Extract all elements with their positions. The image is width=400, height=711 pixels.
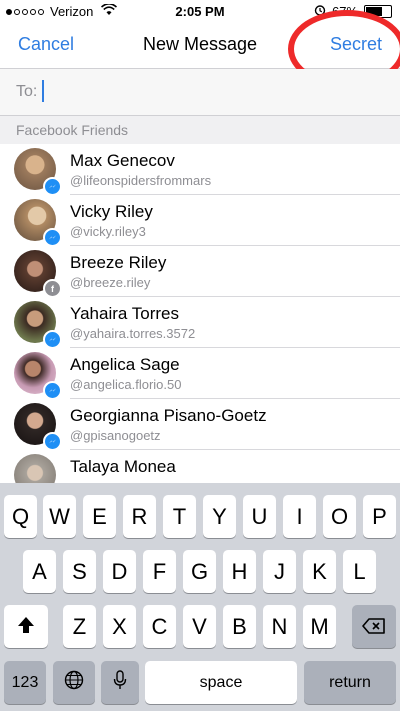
to-label: To: <box>16 83 38 100</box>
globe-icon <box>64 670 84 696</box>
contact-name: Talaya Monea <box>70 457 176 476</box>
contact-handle: @lifeonspidersfrommars <box>70 173 212 188</box>
contact-handle: @vicky.riley3 <box>70 224 146 239</box>
space-key[interactable]: space <box>145 661 297 704</box>
text-cursor <box>42 80 44 102</box>
key-r[interactable]: R <box>123 495 156 538</box>
contact-name: Angelica Sage <box>70 355 180 374</box>
key-j[interactable]: J <box>263 550 296 593</box>
key-p[interactable]: P <box>363 495 396 538</box>
nav-bar: Cancel New Message Secret <box>0 10 400 88</box>
key-z[interactable]: Z <box>63 605 96 648</box>
key-q[interactable]: Q <box>4 495 37 538</box>
section-header: Facebook Friends <box>0 116 400 144</box>
key-v[interactable]: V <box>183 605 216 648</box>
key-d[interactable]: D <box>103 550 136 593</box>
key-x[interactable]: X <box>103 605 136 648</box>
contact-handle: @angelica.florio.50 <box>70 377 182 392</box>
facebook-icon: f <box>43 279 62 298</box>
contact-handle: @yahaira.torres.3572 <box>70 326 196 341</box>
key-o[interactable]: O <box>323 495 356 538</box>
key-e[interactable]: E <box>83 495 116 538</box>
contact-row[interactable]: Angelica Sage @angelica.florio.50 <box>0 348 400 400</box>
key-u[interactable]: U <box>243 495 276 538</box>
messenger-icon <box>43 228 62 247</box>
key-b[interactable]: B <box>223 605 256 648</box>
key-n[interactable]: N <box>263 605 296 648</box>
messenger-icon <box>43 381 62 400</box>
dictation-key[interactable] <box>101 661 139 704</box>
contact-row[interactable]: f Breeze Riley @breeze.riley <box>0 246 400 298</box>
key-f[interactable]: F <box>143 550 176 593</box>
numbers-key[interactable]: 123 <box>4 661 46 704</box>
contact-row[interactable]: Vicky Riley @vicky.riley3 <box>0 195 400 247</box>
keyboard: Q W E R T Y U I O P A S D F G H J K L Z … <box>0 483 400 711</box>
key-k[interactable]: K <box>303 550 336 593</box>
key-y[interactable]: Y <box>203 495 236 538</box>
messenger-icon <box>43 432 62 451</box>
key-t[interactable]: T <box>163 495 196 538</box>
key-l[interactable]: L <box>343 550 376 593</box>
shift-icon <box>17 614 35 640</box>
contact-name: Yahaira Torres <box>70 304 179 323</box>
microphone-icon <box>113 669 127 696</box>
key-c[interactable]: C <box>143 605 176 648</box>
key-m[interactable]: M <box>303 605 336 648</box>
contact-name: Max Genecov <box>70 151 175 170</box>
contact-row[interactable]: Max Genecov @lifeonspidersfrommars <box>0 144 400 196</box>
backspace-key[interactable] <box>352 605 396 648</box>
to-field[interactable]: To: <box>0 69 400 116</box>
contact-name: Breeze Riley <box>70 253 167 272</box>
shift-key[interactable] <box>4 605 48 648</box>
contact-name: Vicky Riley <box>70 202 153 221</box>
key-g[interactable]: G <box>183 550 216 593</box>
contact-row[interactable]: Georgianna Pisano-Goetz @gpisanogoetz <box>0 399 400 451</box>
key-i[interactable]: I <box>283 495 316 538</box>
globe-key[interactable] <box>53 661 95 704</box>
contact-name: Georgianna Pisano-Goetz <box>70 406 267 425</box>
key-h[interactable]: H <box>223 550 256 593</box>
contact-list: Max Genecov @lifeonspidersfrommars Vicky… <box>0 144 400 501</box>
key-s[interactable]: S <box>63 550 96 593</box>
backspace-icon <box>362 614 386 640</box>
contact-row[interactable]: Yahaira Torres @yahaira.torres.3572 <box>0 297 400 349</box>
messenger-icon <box>43 177 62 196</box>
section-title: Facebook Friends <box>16 122 129 138</box>
key-w[interactable]: W <box>43 495 76 538</box>
contact-handle: @gpisanogoetz <box>70 428 161 443</box>
return-key[interactable]: return <box>304 661 396 704</box>
messenger-icon <box>43 330 62 349</box>
contact-handle: @breeze.riley <box>70 275 151 290</box>
key-a[interactable]: A <box>23 550 56 593</box>
